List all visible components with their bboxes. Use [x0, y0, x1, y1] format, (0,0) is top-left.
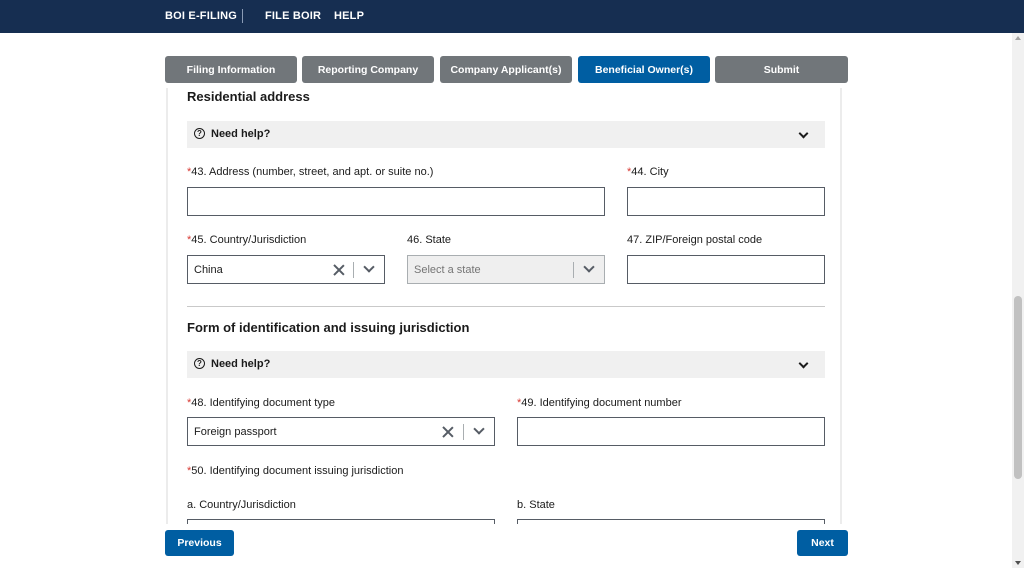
city-input[interactable] [627, 187, 825, 216]
tab-beneficial-owners[interactable]: Beneficial Owner(s) [578, 56, 710, 83]
document-number-label: *49. Identifying document number [517, 397, 682, 409]
tab-submit[interactable]: Submit [715, 56, 848, 83]
next-button[interactable]: Next [797, 530, 848, 556]
clear-icon[interactable] [332, 263, 346, 277]
select-divider [463, 424, 464, 440]
document-type-label: *48. Identifying document type [187, 397, 335, 409]
scroll-up-arrow-icon[interactable] [1015, 36, 1021, 40]
section-divider [187, 306, 825, 307]
select-divider [573, 262, 574, 278]
question-circle-icon: ? [194, 128, 205, 139]
zip-input[interactable] [627, 255, 825, 284]
zip-label: 47. ZIP/Foreign postal code [627, 234, 763, 246]
address-input[interactable] [187, 187, 605, 216]
state-placeholder: Select a state [414, 264, 481, 276]
tab-company-applicants[interactable]: Company Applicant(s) [440, 56, 572, 83]
page-scrollbar[interactable] [1012, 33, 1024, 568]
tab-filing-information[interactable]: Filing Information [165, 56, 297, 83]
chevron-down-icon[interactable] [363, 261, 375, 273]
help-label: Need help? [211, 128, 271, 140]
question-circle-icon: ? [194, 358, 205, 369]
country-label: *45. Country/Jurisdiction [187, 234, 307, 246]
residential-help-accordion[interactable]: ? Need help? [187, 121, 825, 148]
address-label: *43. Address (number, street, and apt. o… [187, 166, 434, 178]
clear-icon[interactable] [441, 425, 455, 439]
help-link[interactable]: HELP [334, 10, 364, 22]
country-select[interactable]: China [187, 255, 385, 284]
chevron-down-icon [583, 261, 595, 273]
tab-reporting-company[interactable]: Reporting Company [302, 56, 434, 83]
document-type-value: Foreign passport [194, 426, 277, 438]
issuing-state-label: b. State [517, 499, 555, 511]
scrollbar-thumb[interactable] [1014, 296, 1022, 479]
chevron-down-icon[interactable] [473, 423, 485, 435]
issuing-jurisdiction-label: *50. Identifying document issuing jurisd… [187, 465, 404, 477]
scroll-down-arrow-icon[interactable] [1015, 561, 1021, 565]
residential-address-heading: Residential address [187, 89, 310, 104]
document-number-input[interactable] [517, 417, 825, 446]
help-label: Need help? [211, 358, 271, 370]
issuing-country-label: a. Country/Jurisdiction [187, 499, 296, 511]
chevron-down-icon [798, 358, 809, 369]
city-label: *44. City [627, 166, 669, 178]
identification-help-accordion[interactable]: ? Need help? [187, 351, 825, 378]
brand-link[interactable]: BOI E-FILING [165, 10, 237, 22]
file-boir-link[interactable]: FILE BOIR [265, 10, 321, 22]
previous-button[interactable]: Previous [165, 530, 234, 556]
state-label: 46. State [407, 234, 452, 246]
step-navigation: Filing Information Reporting Company Com… [165, 56, 848, 83]
top-nav-bar: BOI E-FILING FILE BOIR HELP [0, 0, 1024, 33]
state-select: Select a state [407, 255, 605, 284]
nav-divider [242, 9, 243, 23]
chevron-down-icon [798, 128, 809, 139]
country-value: China [194, 264, 223, 276]
identification-heading: Form of identification and issuing juris… [187, 320, 470, 335]
document-type-select[interactable]: Foreign passport [187, 417, 495, 446]
select-divider [353, 262, 354, 278]
issuing-country-select[interactable] [187, 519, 495, 524]
issuing-state-select[interactable] [517, 519, 825, 524]
